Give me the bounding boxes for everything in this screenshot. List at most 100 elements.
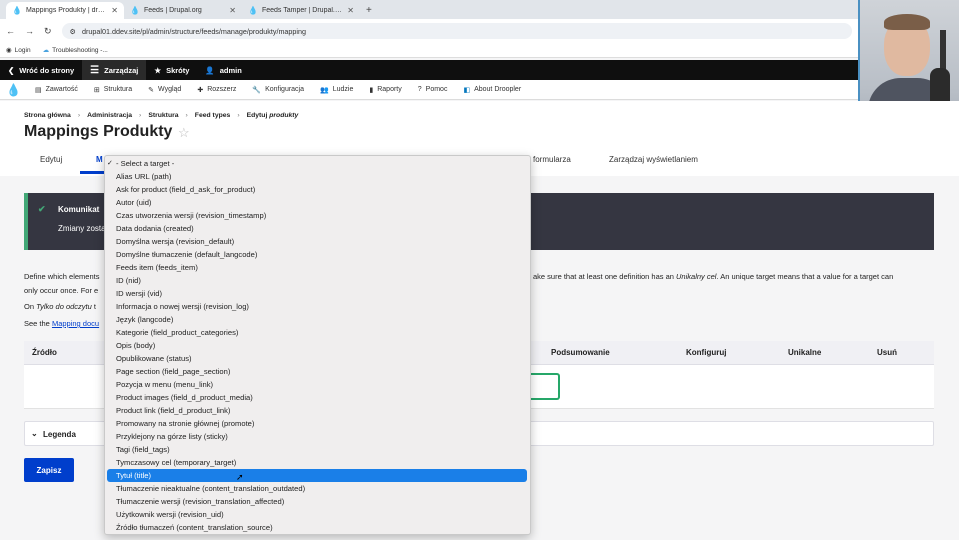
browser-tab-mappings[interactable]: 💧 Mappings Produkty | droopler ✕ [6, 2, 124, 19]
dropdown-option[interactable]: ID wersji (vid) [105, 287, 530, 300]
breadcrumb-structure[interactable]: Struktura [148, 112, 178, 119]
tab-edit[interactable]: Edytuj [40, 155, 62, 164]
bookmarks-bar: ◉ Login ☁ Troubleshooting -... [0, 43, 858, 58]
tray-about-droopler[interactable]: ◧ About Droopler [455, 80, 529, 100]
user-button[interactable]: 👤 admin [197, 60, 249, 80]
legend-label: Legenda [43, 430, 76, 439]
header-source: Źródło [32, 348, 57, 357]
dropdown-option[interactable]: Opis (body) [105, 339, 530, 352]
close-tab-icon[interactable]: ✕ [347, 6, 354, 15]
tab-manage-display[interactable]: Zarządzaj wyświetlaniem [609, 155, 698, 164]
browser-tab-title: Feeds | Drupal.org [143, 7, 202, 14]
url-input[interactable]: ⚙ drupal01.ddev.site/pl/admin/structure/… [61, 23, 852, 39]
hamburger-icon: ☰ [90, 64, 100, 76]
breadcrumb-home[interactable]: Strona główna [24, 112, 71, 119]
target-select[interactable] [530, 373, 560, 400]
dropdown-option[interactable]: Tagi (field_tags) [105, 443, 530, 456]
shortcuts-button[interactable]: ★ Skróty [146, 60, 197, 80]
dropdown-option[interactable]: Opublikowane (status) [105, 352, 530, 365]
dropdown-option[interactable]: Page section (field_page_section) [105, 365, 530, 378]
dropdown-option[interactable]: Tymczasowy cel (temporary_target) [105, 456, 530, 469]
breadcrumb: Strona główna › Administracja › Struktur… [24, 112, 299, 119]
browser-tab-feeds-tamper[interactable]: 💧 Feeds Tamper | Drupal.org ✕ [242, 2, 360, 19]
dropdown-option[interactable]: ID (nid) [105, 274, 530, 287]
check-icon: ✔ [38, 204, 46, 214]
dropdown-option[interactable]: Product link (field_d_product_link) [105, 404, 530, 417]
dropdown-option[interactable]: Tłumaczenie wersji (revision_translation… [105, 495, 530, 508]
globe-icon: ◉ [6, 47, 12, 54]
browser-tab-feeds[interactable]: 💧 Feeds | Drupal.org ✕ [124, 2, 242, 19]
dropdown-option[interactable]: Kategorie (field_product_categories) [105, 326, 530, 339]
browser-tab-bar: 💧 Mappings Produkty | droopler ✕ 💧 Feeds… [0, 0, 858, 19]
manage-button[interactable]: ☰ Zarządzaj [82, 60, 147, 80]
dropdown-option[interactable]: Promowany na stronie głównej (promote) [105, 417, 530, 430]
tab-manage-form[interactable]: formularza [533, 155, 571, 164]
dropdown-option[interactable]: Data dodania (created) [105, 222, 530, 235]
structure-icon: ⊞ [93, 86, 100, 94]
brush-icon: ✎ [148, 86, 155, 94]
tray-structure[interactable]: ⊞ Struktura [86, 80, 140, 100]
bar-chart-icon: ▮ [369, 86, 374, 94]
page-title: Mappings Produkty [24, 123, 173, 140]
dropdown-option[interactable]: Tłumaczenie nieaktualne (content_transla… [105, 482, 530, 495]
dropdown-option[interactable]: Informacja o nowej wersji (revision_log) [105, 300, 530, 313]
status-text: Zmiany zosta [58, 224, 106, 233]
url-text: drupal01.ddev.site/pl/admin/structure/fe… [82, 26, 307, 36]
header-configure: Konfiguruj [686, 348, 727, 357]
forward-arrow-icon[interactable]: → [25, 26, 34, 36]
tray-extend[interactable]: ✚ Rozszerz [189, 80, 244, 100]
tray-appearance[interactable]: ✎ Wygląd [140, 80, 189, 100]
chevron-down-icon: ⌄ [31, 429, 38, 438]
close-tab-icon[interactable]: ✕ [229, 6, 236, 15]
breadcrumb-admin[interactable]: Administracja [87, 112, 132, 119]
drupal-favicon-icon: 💧 [248, 6, 258, 15]
bookmark-login[interactable]: ◉ Login [6, 46, 31, 55]
dropdown-option[interactable]: Czas utworzenia wersji (revision_timesta… [105, 209, 530, 222]
help-icon: ? [417, 86, 422, 93]
site-info-icon[interactable]: ⚙ [70, 27, 76, 36]
breadcrumb-edit[interactable]: Edytuj produkty [247, 112, 299, 119]
mouse-cursor-icon: ➚ [236, 472, 244, 482]
dropdown-option[interactable]: Domyślne tłumaczenie (default_langcode) [105, 248, 530, 261]
description-line-2: only occur once. For e [24, 286, 99, 295]
dropdown-option[interactable]: Domyślna wersja (revision_default) [105, 235, 530, 248]
dropdown-option[interactable]: Feeds item (feeds_item) [105, 261, 530, 274]
tray-people[interactable]: 👥 Ludzie [312, 80, 361, 100]
mapping-docs-link[interactable]: Mapping docu [52, 319, 99, 328]
dropdown-option[interactable]: Alias URL (path) [105, 170, 530, 183]
dropdown-option[interactable]: Tytuł (title) [107, 469, 527, 482]
tray-content[interactable]: ▤ Zawartość [27, 80, 86, 100]
admin-toolbar: ❮ Wróć do strony ☰ Zarządzaj ★ Skróty 👤 admi… [0, 60, 858, 80]
tray-config[interactable]: 🔧 Konfiguracja [244, 80, 312, 100]
back-arrow-icon[interactable]: ← [6, 26, 15, 36]
tray-help[interactable]: ? Pomoc [410, 80, 456, 100]
dropdown-option[interactable]: Źródło tłumaczeń (content_translation_so… [105, 521, 530, 534]
tray-reports[interactable]: ▮ Raporty [361, 80, 409, 100]
drupal-favicon-icon: 💧 [12, 6, 22, 15]
close-tab-icon[interactable]: ✕ [111, 6, 118, 15]
drupal-logo-icon[interactable]: 💧 [0, 83, 27, 97]
dropdown-option-placeholder[interactable]: ✓ - Select a target - [105, 157, 530, 170]
document-icon: ▤ [34, 86, 42, 94]
dropdown-option[interactable]: Użytkownik wersji (revision_uid) [105, 508, 530, 521]
reload-icon[interactable]: ↻ [44, 26, 52, 37]
dropdown-option[interactable]: Product images (field_d_product_media) [105, 391, 530, 404]
target-dropdown-list[interactable]: ✓ - Select a target - Alias URL (path) Ask … [104, 155, 531, 535]
favorite-star-icon[interactable]: ☆ [178, 125, 190, 141]
header-summary: Podsumowanie [551, 348, 610, 357]
chevron-left-icon: ❮ [8, 65, 15, 75]
dropdown-option[interactable]: Autor (uid) [105, 196, 530, 209]
drupal-favicon-icon: 💧 [130, 6, 140, 15]
bookmark-troubleshooting[interactable]: ☁ Troubleshooting -... [43, 46, 108, 55]
dropdown-option[interactable]: Przyklejony na górze listy (sticky) [105, 430, 530, 443]
back-to-site-button[interactable]: ❮ Wróć do strony [0, 60, 82, 80]
breadcrumb-feed-types[interactable]: Feed types [195, 112, 231, 119]
save-button[interactable]: Zapisz [24, 458, 74, 482]
admin-tray: 💧 ▤ Zawartość ⊞ Struktura ✎ Wygląd ✚ Rozszer… [0, 80, 858, 100]
tab-mapping[interactable]: M [96, 155, 103, 164]
dropdown-option[interactable]: Pozycja w menu (menu_link) [105, 378, 530, 391]
browser-tab-title: Mappings Produkty | droopler [25, 7, 107, 14]
new-tab-button[interactable]: + [360, 2, 378, 19]
dropdown-option[interactable]: Ask for product (field_d_ask_for_product… [105, 183, 530, 196]
dropdown-option[interactable]: Język (langcode) [105, 313, 530, 326]
